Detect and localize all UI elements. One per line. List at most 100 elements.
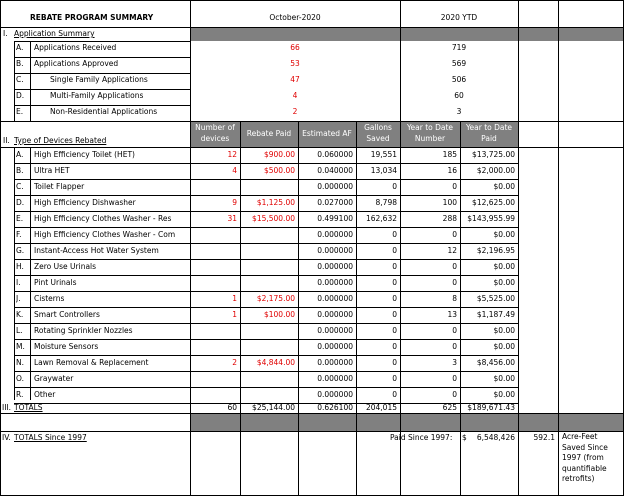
grid-hline (14, 227, 518, 228)
s1-row-month: 47 (290, 75, 300, 84)
s1-row-letter: A. (16, 43, 24, 52)
device-row-ytd-number: 0 (452, 262, 457, 271)
device-row-letter: A. (16, 150, 24, 159)
device-row-label: Toilet Flapper (34, 182, 85, 191)
device-row-af: 0.000000 (317, 326, 353, 335)
device-row-ytd-paid: $0.00 (493, 278, 515, 287)
header-af: Estimated AF (302, 129, 352, 138)
header-ytd-number: Year to Date Number (406, 123, 454, 143)
ytd-label: 2020 YTD (440, 13, 478, 22)
device-row-gallons: 0 (392, 278, 397, 287)
grid-vline (14, 41, 15, 121)
device-row-af: 0.000000 (317, 246, 353, 255)
s1-row-ytd: 506 (451, 75, 467, 84)
s1-row-label: Single Family Applications (50, 75, 148, 84)
s1-row-letter: C. (16, 75, 24, 84)
section2-title: Type of Devices Rebated (14, 136, 107, 145)
device-row-letter: G. (16, 246, 25, 255)
grid-vline (400, 0, 401, 496)
device-row-ytd-number: 13 (447, 310, 457, 319)
device-row-ytd-paid: $0.00 (493, 326, 515, 335)
acre-feet-value: 592.1 (533, 433, 555, 442)
grid-vline (518, 0, 519, 496)
s1-row-label: Multi-Family Applications (50, 91, 144, 100)
grid-hline (14, 179, 518, 180)
device-row-gallons: 0 (392, 262, 397, 271)
s1-row-letter: B. (16, 59, 24, 68)
grid-hline (14, 307, 518, 308)
header-gallons: Gallons Saved (364, 123, 392, 143)
device-row-af: 0.027000 (317, 198, 353, 207)
grid-hline (14, 275, 518, 276)
acre-feet-label: Acre-Feet Saved Since 1997 (from quantif… (562, 432, 608, 483)
device-row-gallons: 0 (392, 342, 397, 351)
device-row-ytd-paid: $0.00 (493, 182, 515, 191)
device-row-gallons: 0 (392, 374, 397, 383)
s1-row-label: Applications Received (34, 43, 117, 52)
grid-vline (356, 121, 357, 496)
device-row-rebate: $500.00 (263, 166, 295, 175)
device-row-af: 0.000000 (317, 182, 353, 191)
device-row-devices: 12 (227, 150, 237, 159)
grid-hline (14, 387, 518, 388)
device-row-devices: 4 (232, 166, 237, 175)
s1-row-month: 53 (290, 59, 300, 68)
device-row-label: High Efficiency Clothes Washer - Com (34, 230, 176, 239)
device-row-ytd-number: 0 (452, 230, 457, 239)
grid-hline (14, 291, 518, 292)
device-row-af: 0.000000 (317, 230, 353, 239)
grid-vline (190, 0, 191, 496)
device-row-af: 0.000000 (317, 374, 353, 383)
grid-hline (0, 121, 624, 122)
device-row-letter: L. (16, 326, 23, 335)
header-rebate: Rebate Paid (246, 129, 292, 138)
section1-title: Application Summary (14, 29, 95, 38)
s1-row-label: Non-Residential Applications (50, 107, 158, 116)
s1-row-label: Applications Approved (34, 59, 119, 68)
device-row-gallons: 19,551 (370, 150, 397, 159)
device-row-ytd-paid: $0.00 (493, 230, 515, 239)
grid-hline (14, 211, 518, 212)
grid-hline (0, 27, 624, 28)
s1-row-month: 4 (292, 91, 298, 100)
s1-row-ytd: 569 (451, 59, 467, 68)
device-row-label: Other (34, 390, 56, 399)
device-row-label: Instant-Access Hot Water System (34, 246, 159, 255)
grid-hline (14, 147, 518, 148)
device-row-ytd-number: 3 (452, 358, 457, 367)
device-row-ytd-paid: $1,187.49 (476, 310, 515, 319)
device-row-rebate: $15,500.00 (252, 214, 295, 223)
device-row-letter: F. (16, 230, 22, 239)
device-row-ytd-paid: $13,725.00 (472, 150, 515, 159)
device-row-gallons: 0 (392, 390, 397, 399)
grid-hline (14, 105, 190, 106)
device-row-label: Pint Urinals (34, 278, 77, 287)
device-row-gallons: 0 (392, 294, 397, 303)
device-row-ytd-number: 288 (442, 214, 457, 223)
device-row-af: 0.040000 (317, 166, 353, 175)
device-row-ytd-number: 0 (452, 278, 457, 287)
device-row-devices: 1 (232, 294, 237, 303)
device-row-label: Cisterns (34, 294, 65, 303)
grid-hline (0, 0, 624, 1)
device-row-af: 0.000000 (317, 278, 353, 287)
device-row-letter: K. (16, 310, 24, 319)
device-row-gallons: 0 (392, 230, 397, 239)
device-row-ytd-number: 100 (442, 198, 457, 207)
s1-row-ytd: 3 (456, 107, 462, 116)
device-row-ytd-paid: $0.00 (493, 342, 515, 351)
device-row-af: 0.060000 (317, 150, 353, 159)
grid-vline (30, 147, 31, 400)
s1-row-letter: E. (16, 107, 24, 116)
grid-hline (0, 431, 624, 432)
grid-vline (30, 41, 31, 121)
device-row-label: Rotating Sprinkler Nozzles (34, 326, 133, 335)
device-row-ytd-number: 0 (452, 390, 457, 399)
s1-row-ytd: 719 (451, 43, 467, 52)
grid-hline (0, 413, 624, 414)
device-row-ytd-number: 0 (452, 326, 457, 335)
s1-row-month: 2 (292, 107, 298, 116)
grid-hline (14, 243, 518, 244)
device-row-gallons: 162,632 (365, 214, 397, 223)
device-row-ytd-paid: $5,525.00 (476, 294, 515, 303)
